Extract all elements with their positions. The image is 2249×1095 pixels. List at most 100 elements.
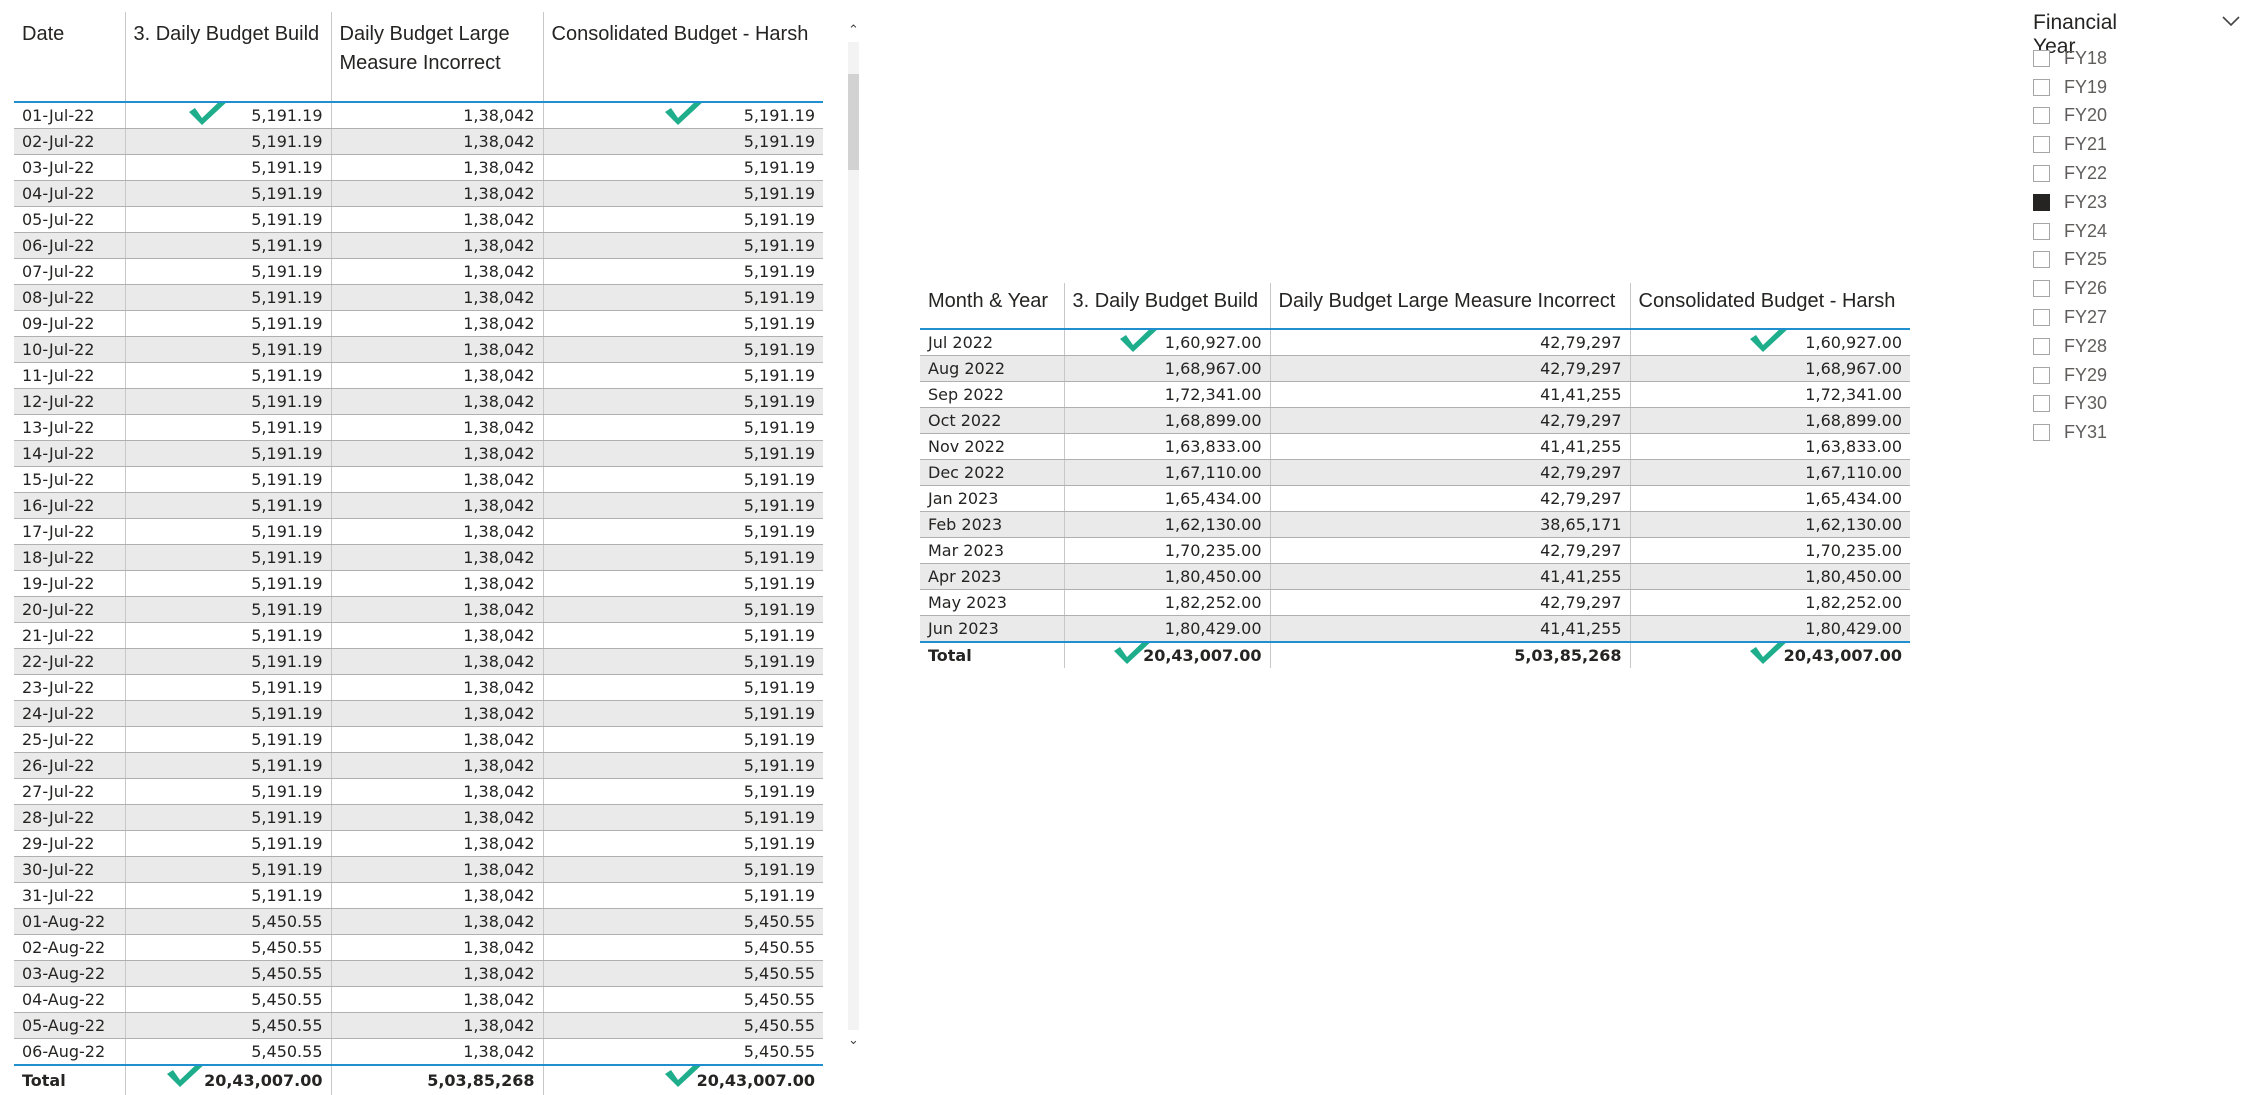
cell-text: Mar 2023 [928, 541, 1004, 560]
row-label-cell: 04-Jul-22 [14, 180, 126, 207]
scroll-track[interactable] [848, 42, 859, 1030]
row-label-cell: Feb 2023 [920, 511, 1065, 538]
value-cell: 1,38,042 [331, 232, 544, 259]
value-cell: 5,191.19 [125, 518, 332, 545]
slicer-item-fy18[interactable]: FY18 [2033, 44, 2107, 73]
cell-text: 38,65,171 [1540, 515, 1622, 534]
cell-text: 5,191.19 [251, 860, 323, 879]
checkbox[interactable] [2033, 136, 2050, 154]
value-cell: 5,191.19 [543, 388, 823, 415]
column-header-consolidated-budget[interactable]: Consolidated Budget - Harsh [543, 12, 823, 103]
scroll-up-arrow-icon[interactable]: ⌃ [846, 22, 861, 40]
cell-text: 1,38,042 [463, 652, 535, 671]
cell-text: 1,38,042 [463, 314, 535, 333]
scroll-thumb[interactable] [848, 74, 859, 170]
slicer-item-fy26[interactable]: FY26 [2033, 274, 2107, 303]
checkbox[interactable] [2033, 49, 2050, 67]
column-header-large-measure-incorrect[interactable]: Daily Budget Large Measure Incorrect [331, 12, 544, 103]
cell-text: 5,191.19 [743, 704, 815, 723]
cell-text: 5,191.19 [743, 678, 815, 697]
cell-text: 5,191.19 [251, 158, 323, 177]
vertical-scrollbar[interactable]: ⌃ ⌄ [846, 20, 861, 1052]
cell-text: 5,450.55 [251, 938, 323, 957]
total-label-cell: Total [14, 1064, 126, 1095]
chevron-down-icon[interactable] [2221, 14, 2241, 28]
cell-text: 08-Jul-22 [22, 288, 95, 307]
cell-text: 25-Jul-22 [22, 730, 95, 749]
checkbox[interactable] [2033, 337, 2050, 355]
value-cell: 5,191.19 [543, 622, 823, 649]
value-cell: 5,191.19 [543, 362, 823, 389]
slicer-item-fy21[interactable]: FY21 [2033, 130, 2107, 159]
slicer-item-fy23[interactable]: FY23 [2033, 188, 2107, 217]
cell-text: 03-Aug-22 [22, 964, 106, 983]
checkbox-checked[interactable] [2033, 193, 2050, 211]
slicer-item-fy25[interactable]: FY25 [2033, 246, 2107, 275]
value-cell: 1,38,042 [331, 648, 544, 675]
cell-text: 20-Jul-22 [22, 600, 95, 619]
cell-text: 5,191.19 [251, 834, 323, 853]
value-cell: 5,191.19 [543, 830, 823, 857]
table-row: 16-Jul-22 5,191.19 1,38,042 5,191.19 [14, 492, 823, 519]
checkbox[interactable] [2033, 366, 2050, 384]
slicer-item-fy28[interactable]: FY28 [2033, 332, 2107, 361]
cell-text: 5,191.19 [251, 262, 323, 281]
slicer-item-fy22[interactable]: FY22 [2033, 159, 2107, 188]
value-cell: 5,450.55 [543, 960, 823, 987]
row-label-cell: 17-Jul-22 [14, 518, 126, 545]
checkbox[interactable] [2033, 222, 2050, 240]
value-cell: 5,191.19 [543, 674, 823, 701]
checkbox[interactable] [2033, 309, 2050, 327]
column-header-daily-budget-build[interactable]: 3. Daily Budget Build [125, 12, 332, 103]
column-header-large-measure-incorrect[interactable]: Daily Budget Large Measure Incorrect [1270, 283, 1631, 330]
cell-text: 5,191.19 [251, 678, 323, 697]
cell-text: 20,43,007.00 [696, 1071, 815, 1090]
table-row: 21-Jul-22 5,191.19 1,38,042 5,191.19 [14, 622, 823, 649]
table-row: 23-Jul-22 5,191.19 1,38,042 5,191.19 [14, 674, 823, 701]
cell-text: 18-Jul-22 [22, 548, 95, 567]
checkbox[interactable] [2033, 107, 2050, 125]
slicer-item-fy19[interactable]: FY19 [2033, 73, 2107, 102]
cell-text: 5,191.19 [743, 262, 815, 281]
slicer-item-fy24[interactable]: FY24 [2033, 217, 2107, 246]
value-cell: 5,191.19 [125, 102, 332, 129]
checkbox[interactable] [2033, 78, 2050, 96]
column-header-date[interactable]: Date [14, 12, 126, 103]
checkbox[interactable] [2033, 424, 2050, 442]
slicer-item-label: FY26 [2064, 278, 2108, 299]
value-cell: 5,191.19 [543, 648, 823, 675]
cell-text: 5,191.19 [251, 418, 323, 437]
checkbox[interactable] [2033, 165, 2050, 183]
column-header-daily-budget-build[interactable]: 3. Daily Budget Build [1064, 283, 1271, 330]
value-cell: 1,38,042 [331, 492, 544, 519]
slicer-item-fy29[interactable]: FY29 [2033, 361, 2107, 390]
row-label-cell: Jun 2023 [920, 615, 1065, 643]
row-label-cell: 21-Jul-22 [14, 622, 126, 649]
slicer-item-fy31[interactable]: FY31 [2033, 418, 2107, 447]
cell-text: 5,191.19 [251, 132, 323, 151]
cell-text: 5,191.19 [743, 496, 815, 515]
cell-text: 28-Jul-22 [22, 808, 95, 827]
cell-text: 01-Jul-22 [22, 106, 95, 125]
checkbox[interactable] [2033, 280, 2050, 298]
cell-text: 1,63,833.00 [1805, 437, 1902, 456]
cell-text: 1,72,341.00 [1805, 385, 1902, 404]
row-label-cell: Aug 2022 [920, 355, 1065, 382]
slicer-item-fy30[interactable]: FY30 [2033, 390, 2107, 419]
scroll-down-arrow-icon[interactable]: ⌄ [846, 1032, 861, 1050]
cell-text: 5,03,85,268 [1514, 646, 1622, 665]
slicer-item-fy20[interactable]: FY20 [2033, 102, 2107, 131]
column-header-month-year[interactable]: Month & Year [920, 283, 1065, 330]
value-cell: 5,191.19 [543, 154, 823, 181]
slicer-item-fy27[interactable]: FY27 [2033, 303, 2107, 332]
table-row: 04-Jul-22 5,191.19 1,38,042 5,191.19 [14, 180, 823, 207]
row-label-cell: 02-Jul-22 [14, 128, 126, 155]
checkbox[interactable] [2033, 251, 2050, 269]
row-label-cell: Jan 2023 [920, 485, 1065, 512]
cell-text: 5,191.19 [251, 522, 323, 541]
cell-text: 5,191.19 [251, 730, 323, 749]
column-header-consolidated-budget[interactable]: Consolidated Budget - Harsh [1630, 283, 1910, 330]
cell-text: 1,62,130.00 [1164, 515, 1262, 534]
value-cell: 1,65,434.00 [1630, 485, 1910, 512]
checkbox[interactable] [2033, 395, 2050, 413]
